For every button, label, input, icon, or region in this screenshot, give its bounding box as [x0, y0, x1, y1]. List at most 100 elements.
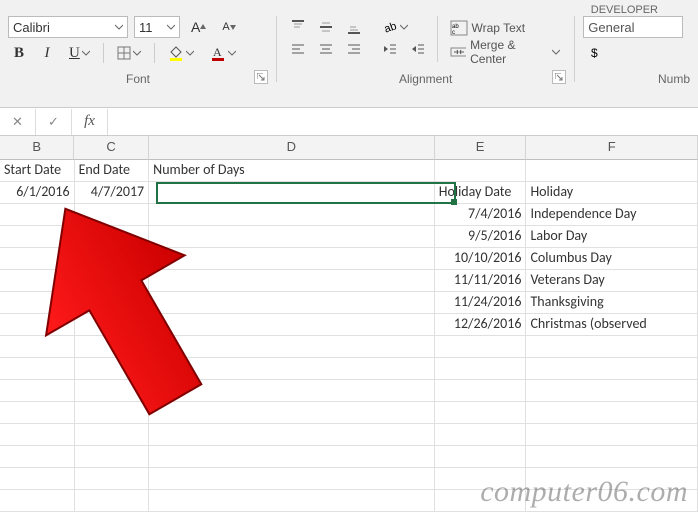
cell[interactable]: 6/1/2016 [0, 182, 75, 204]
cell[interactable] [149, 358, 435, 380]
cell[interactable]: Labor Day [526, 226, 698, 248]
cell[interactable] [0, 358, 75, 380]
increase-indent-button[interactable] [405, 38, 431, 60]
cell[interactable]: Holiday [526, 182, 698, 204]
cell[interactable] [75, 204, 150, 226]
cell[interactable] [149, 226, 435, 248]
worksheet-grid[interactable]: B C D E F Start DateEnd DateNumber of Da… [0, 136, 698, 512]
align-top-button[interactable] [285, 16, 311, 38]
bold-button[interactable]: B [8, 42, 30, 64]
align-middle-button[interactable] [313, 16, 339, 38]
formula-input[interactable] [108, 110, 698, 134]
cell[interactable] [149, 424, 435, 446]
cell[interactable] [75, 292, 150, 314]
decrease-indent-button[interactable] [377, 38, 403, 60]
cell[interactable] [435, 336, 527, 358]
cell[interactable] [149, 446, 435, 468]
cell[interactable]: 11/11/2016 [435, 270, 527, 292]
cell[interactable] [526, 336, 698, 358]
cell[interactable] [0, 468, 75, 490]
cell[interactable] [75, 402, 150, 424]
cell[interactable] [526, 160, 698, 182]
cell[interactable] [0, 248, 75, 270]
align-right-button[interactable] [341, 38, 367, 60]
orientation-button[interactable]: ab [377, 16, 413, 38]
cell[interactable] [75, 270, 150, 292]
wrap-text-button[interactable]: abc Wrap Text [444, 16, 532, 40]
cell[interactable]: 4/7/2017 [75, 182, 150, 204]
cell[interactable]: End Date [75, 160, 150, 182]
col-header-E[interactable]: E [435, 136, 527, 160]
font-color-button[interactable]: A [205, 42, 241, 64]
cell[interactable]: Thanksgiving [526, 292, 698, 314]
cell[interactable] [149, 336, 435, 358]
cell[interactable] [526, 424, 698, 446]
cell[interactable] [75, 248, 150, 270]
cell[interactable]: Veterans Day [526, 270, 698, 292]
cancel-button[interactable]: ✕ [0, 109, 36, 135]
number-format-combo[interactable]: General [583, 16, 683, 38]
cell[interactable] [526, 490, 698, 512]
cell[interactable]: Start Date [0, 160, 75, 182]
merge-center-button[interactable]: Merge & Center [444, 40, 567, 64]
increase-font-button[interactable]: A [186, 16, 211, 38]
cell[interactable]: Independence Day [526, 204, 698, 226]
col-header-D[interactable]: D [149, 136, 435, 160]
tab-developer[interactable]: DEVELOPER [591, 4, 658, 16]
cell[interactable]: Holiday Date [435, 182, 527, 204]
cell[interactable] [149, 182, 435, 204]
cell[interactable]: 11/24/2016 [435, 292, 527, 314]
cell[interactable] [149, 468, 435, 490]
cell[interactable] [75, 358, 150, 380]
col-header-C[interactable]: C [74, 136, 148, 160]
cell[interactable] [149, 314, 435, 336]
cell[interactable] [149, 380, 435, 402]
font-size-combo[interactable]: 11 [134, 16, 180, 38]
cell[interactable] [149, 248, 435, 270]
cell[interactable] [435, 446, 527, 468]
fill-color-button[interactable] [163, 42, 199, 64]
cell[interactable] [435, 160, 527, 182]
cell[interactable] [435, 358, 527, 380]
insert-function-button[interactable]: fx [72, 109, 108, 135]
align-left-button[interactable] [285, 38, 311, 60]
accounting-format-button[interactable]: $ [583, 42, 609, 64]
cell[interactable] [0, 226, 75, 248]
cell[interactable] [0, 380, 75, 402]
cell[interactable] [0, 402, 75, 424]
cell[interactable] [0, 336, 75, 358]
italic-button[interactable]: I [36, 42, 58, 64]
cell[interactable] [526, 380, 698, 402]
align-center-button[interactable] [313, 38, 339, 60]
cell[interactable]: Number of Days [149, 160, 435, 182]
cell[interactable]: 12/26/2016 [435, 314, 527, 336]
cell[interactable] [0, 292, 75, 314]
cell[interactable] [0, 204, 75, 226]
cell[interactable] [149, 402, 435, 424]
cell[interactable] [75, 314, 150, 336]
cell[interactable] [0, 270, 75, 292]
col-header-B[interactable]: B [0, 136, 74, 160]
col-header-F[interactable]: F [526, 136, 698, 160]
cell[interactable] [75, 424, 150, 446]
cell[interactable]: Christmas (observed [526, 314, 698, 336]
cell[interactable] [0, 314, 75, 336]
cell[interactable] [149, 490, 435, 512]
align-bottom-button[interactable] [341, 16, 367, 38]
cell[interactable] [0, 424, 75, 446]
cell[interactable] [149, 292, 435, 314]
cell[interactable] [435, 468, 527, 490]
border-button[interactable] [112, 42, 146, 64]
cell[interactable] [149, 270, 435, 292]
cell[interactable]: Columbus Day [526, 248, 698, 270]
cell[interactable]: 10/10/2016 [435, 248, 527, 270]
cell[interactable] [75, 468, 150, 490]
cell[interactable] [75, 446, 150, 468]
cell[interactable] [526, 468, 698, 490]
cell[interactable] [75, 380, 150, 402]
alignment-dialog-launcher[interactable] [552, 70, 566, 84]
cell[interactable] [526, 446, 698, 468]
font-dialog-launcher[interactable] [254, 70, 268, 84]
cell[interactable] [435, 490, 527, 512]
cell[interactable] [435, 424, 527, 446]
